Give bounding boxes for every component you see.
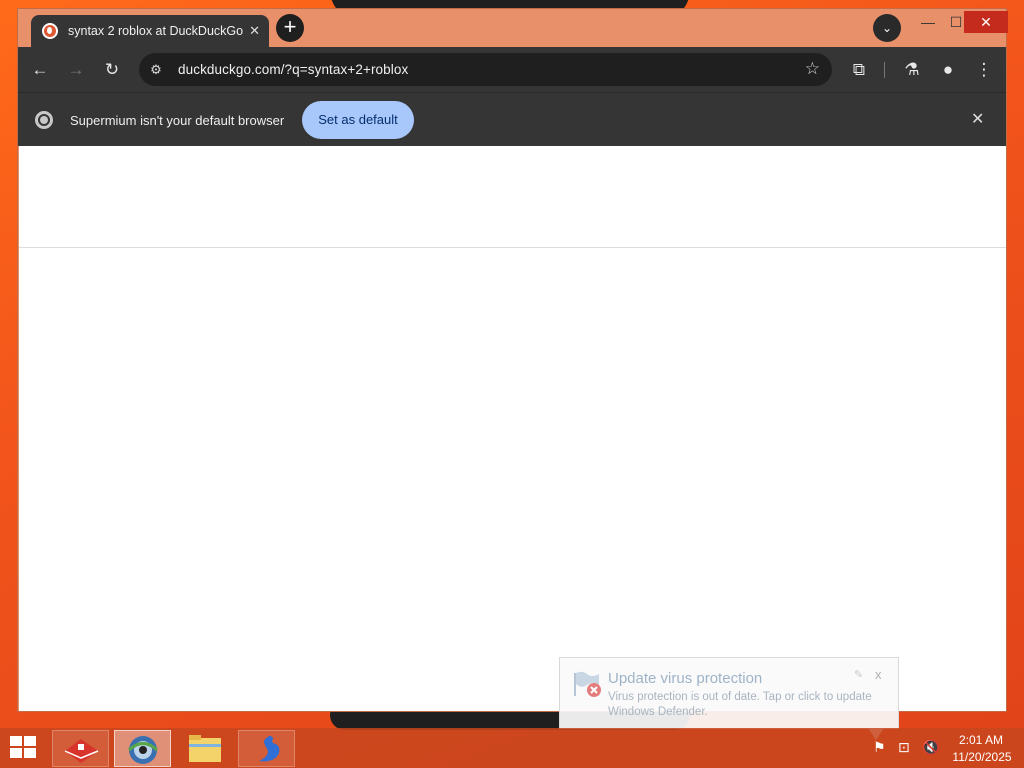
browser-window: syntax 2 roblox at DuckDuckGo ✕ + ⌄ — ☐ … [17, 8, 1008, 712]
browser-globe-icon [127, 736, 159, 764]
page-header-divider [19, 247, 1006, 248]
url-text[interactable]: duckduckgo.com/?q=syntax+2+roblox [178, 62, 408, 77]
toolbox-icon [64, 739, 99, 763]
title-bar: syntax 2 roblox at DuckDuckGo ✕ + ⌄ — ☐ … [18, 9, 1008, 47]
volume-muted-icon[interactable]: 🔇 [922, 739, 939, 756]
new-tab-button[interactable]: + [276, 14, 304, 42]
browser-toolbar: ← → ↻ ⚙ duckduckgo.com/?q=syntax+2+roblo… [18, 47, 1006, 92]
notification-pin-icon[interactable]: ✎ [854, 668, 863, 681]
action-center-flag-icon[interactable]: ⚑ [873, 739, 886, 756]
clock-date[interactable]: 11/20/2025 [950, 750, 1014, 764]
site-info-icon[interactable]: ⚙ [147, 62, 165, 78]
defender-warning-flag-icon [574, 671, 601, 697]
tab-close-icon[interactable]: ✕ [249, 23, 260, 39]
taskbar-browser-app[interactable] [114, 730, 171, 767]
taskbar-file-explorer[interactable] [176, 730, 233, 767]
start-button[interactable] [10, 736, 38, 760]
chrome-logo-icon [35, 111, 53, 129]
duckduckgo-icon [42, 23, 58, 39]
page-content [19, 146, 1006, 711]
windows-logo-pane [24, 748, 36, 758]
reload-button[interactable]: ↻ [100, 58, 124, 82]
windows-logo-pane [24, 736, 36, 746]
address-bar[interactable]: ⚙ duckduckgo.com/?q=syntax+2+roblox ☆ [139, 53, 832, 86]
swan-icon [259, 736, 280, 762]
bookmark-star-icon[interactable]: ☆ [805, 59, 820, 79]
close-window-button[interactable]: ✕ [964, 11, 1008, 33]
back-button[interactable]: ← [28, 58, 52, 82]
set-as-default-button[interactable]: Set as default [302, 101, 414, 139]
labs-flask-icon[interactable]: ⚗ [900, 58, 924, 82]
menu-dots-icon[interactable]: ⋮ [972, 58, 996, 82]
tab-title: syntax 2 roblox at DuckDuckGo [68, 24, 244, 38]
notification-close-icon[interactable]: x [875, 667, 882, 682]
extensions-icon[interactable]: ⧉ [847, 58, 871, 82]
default-browser-infobar: Supermium isn't your default browser Set… [18, 92, 1006, 146]
notification-body: Virus protection is out of date. Tap or … [608, 691, 872, 718]
windows-logo-pane [10, 736, 22, 746]
taskbar-toolbox-app[interactable] [52, 730, 109, 767]
infobar-close-icon[interactable]: ✕ [971, 109, 984, 129]
tab-search-button[interactable]: ⌄ [873, 14, 901, 42]
defender-notification[interactable]: Update virus protection Virus protection… [559, 657, 899, 729]
toolbar-divider [884, 62, 885, 78]
taskbar: ⚑ ⊡ 🔇 2:01 AM 11/20/2025 [0, 728, 1024, 768]
windows-logo-pane [10, 748, 22, 758]
folder-icon [189, 735, 221, 762]
infobar-message: Supermium isn't your default browser [70, 113, 285, 128]
tab-duckduckgo[interactable]: syntax 2 roblox at DuckDuckGo ✕ [31, 15, 269, 47]
clock-time[interactable]: 2:01 AM [956, 733, 1006, 747]
forward-button[interactable]: → [64, 58, 88, 82]
network-icon[interactable]: ⊡ [898, 739, 910, 756]
notification-title: Update virus protection [608, 670, 763, 687]
profile-icon[interactable]: ● [936, 58, 960, 82]
taskbar-swan-app[interactable] [238, 730, 295, 767]
